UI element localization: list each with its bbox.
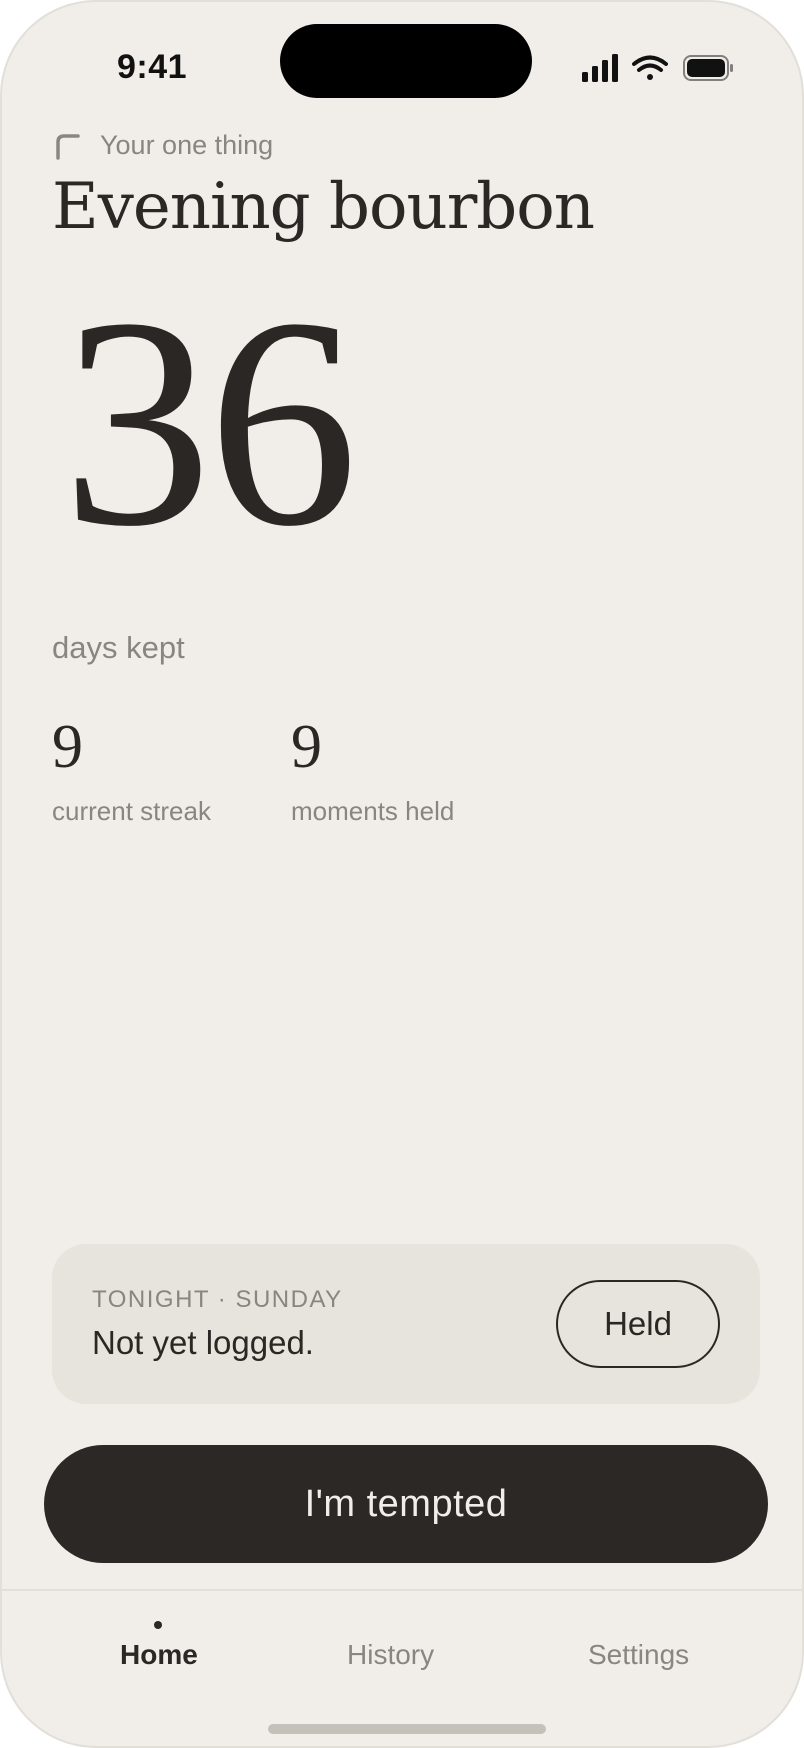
active-tab-indicator	[154, 1621, 162, 1629]
held-button[interactable]: Held	[556, 1280, 720, 1368]
eyebrow: Your one thing	[54, 130, 273, 161]
tonight-status: Not yet logged.	[92, 1324, 314, 1361]
status-icons	[582, 54, 733, 82]
stat-moments-held: 9 moments held	[291, 716, 454, 827]
stat-current-streak: 9 current streak	[52, 716, 211, 827]
stat-value: 9	[291, 713, 322, 781]
bracket-icon	[56, 133, 80, 160]
stat-label: moments held	[291, 796, 455, 826]
page-title: Evening bourbon	[52, 170, 595, 244]
stat-label: current streak	[52, 796, 211, 826]
stat-value: 9	[52, 713, 83, 781]
tab-home[interactable]: Home	[120, 1639, 198, 1671]
wifi-icon	[632, 55, 668, 80]
status-time: 9:41	[117, 48, 188, 86]
tonight-eyebrow: TONIGHT · SUNDAY	[92, 1286, 343, 1313]
phone-screen: 9:41 Your one thing Evening bourbon 36 d…	[0, 0, 804, 1748]
signal-icon	[582, 54, 618, 82]
home-indicator[interactable]	[268, 1724, 546, 1734]
tonight-card: TONIGHT · SUNDAY Not yet logged. Held	[52, 1244, 760, 1404]
days-kept-count: 36	[62, 256, 358, 588]
eyebrow-label: Your one thing	[100, 130, 274, 160]
dynamic-island	[280, 24, 532, 98]
tab-history[interactable]: History	[347, 1639, 434, 1671]
tab-settings[interactable]: Settings	[588, 1639, 689, 1671]
days-kept-label: days kept	[52, 630, 185, 665]
battery-icon	[683, 55, 733, 81]
tempted-button[interactable]: I'm tempted	[44, 1445, 768, 1563]
